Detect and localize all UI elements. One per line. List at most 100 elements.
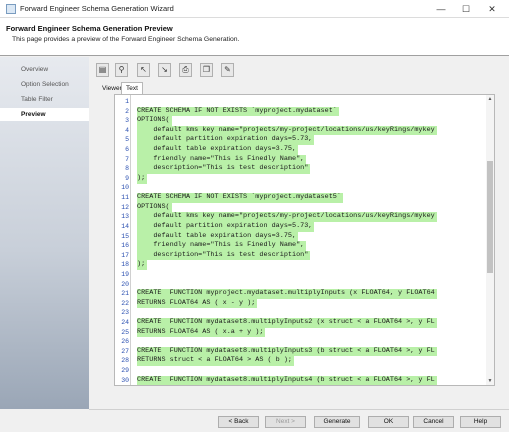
line-number: 17	[121, 251, 129, 259]
scroll-down-icon[interactable]: ▼	[486, 377, 494, 385]
edit-icon[interactable]: ✎	[221, 63, 234, 77]
sidebar-item-overview[interactable]: Overview	[0, 63, 89, 76]
scroll-up-icon[interactable]: ▲	[486, 95, 494, 103]
cancel-button[interactable]: Cancel	[413, 416, 454, 428]
code-text: default partition expiration days=5.73,	[137, 221, 315, 232]
code-text: CREATE SCHEMA IF NOT EXISTS `myproject.m…	[137, 106, 339, 117]
line-number: 18	[121, 261, 129, 269]
line-number: 15	[121, 232, 129, 240]
code-text: );	[137, 260, 148, 270]
code-line: 8 description="This is test description"	[115, 164, 487, 174]
maximize-button[interactable]: ☐	[455, 2, 477, 16]
code-line: 12 OPTIONS(	[115, 202, 487, 213]
scrollbar-thumb[interactable]	[487, 161, 493, 273]
sql-preview-editor[interactable]: 1 2 CREATE SCHEMA IF NOT EXISTS `myproject…	[114, 94, 495, 386]
line-number: 26	[121, 338, 129, 346]
code-line: 15 default table expiration days=3.75,	[115, 231, 487, 242]
code-text: OPTIONS(	[137, 202, 172, 213]
code-line: 20	[115, 280, 487, 290]
code-line: 5 default partition expiration days=5.73…	[115, 135, 487, 146]
line-number: 4	[125, 126, 129, 134]
code-line: 10	[115, 183, 487, 193]
page-title: Forward Engineer Schema Generation Previ…	[6, 24, 173, 33]
help-button[interactable]: Help	[460, 416, 501, 428]
sidebar-item-table-filter[interactable]: Table Filter	[0, 93, 89, 106]
wizard-steps-sidebar: Overview Option Selection Table Filter P…	[0, 57, 89, 409]
save-icon[interactable]: ▤	[96, 63, 109, 77]
sidebar-item-preview[interactable]: Preview	[0, 108, 89, 121]
code-text: RETURNS FLOAT64 AS ( x - y );	[137, 298, 258, 309]
code-text: description="This is test description"	[137, 250, 311, 261]
line-number: 9	[125, 174, 129, 182]
code-line: 6 default table expiration days=3.75,	[115, 145, 487, 155]
line-number: 14	[121, 222, 129, 230]
code-text: RETURNS struct < a FLOAT64 > AS ( b );	[137, 356, 294, 367]
line-number: 10	[121, 184, 129, 192]
code-text: CREATE FUNCTION mydataset8.multiplyInput…	[137, 375, 437, 385]
line-number: 24	[121, 319, 129, 327]
code-text: OPTIONS(	[137, 116, 172, 126]
code-text: );	[137, 173, 148, 184]
code-line: 22 RETURNS FLOAT64 AS ( x - y );	[115, 298, 487, 309]
line-number: 27	[121, 347, 129, 355]
code-line: 24 CREATE FUNCTION mydataset8.multiplyInp…	[115, 318, 487, 328]
code-line: 14 default partition expiration days=5.7…	[115, 221, 487, 232]
minimize-button[interactable]: —	[430, 2, 452, 16]
code-line: 29	[115, 366, 487, 376]
back-button[interactable]: < Back	[218, 416, 259, 428]
code-text: RETURNS FLOAT64 AS ( x.a + y );	[137, 327, 266, 338]
code-line: 13 default kms key name="projects/my-pro…	[115, 212, 487, 222]
code-line: 11 CREATE SCHEMA IF NOT EXISTS `myproject…	[115, 193, 487, 203]
line-number: 8	[125, 165, 129, 173]
code-text: default kms key name="projects/my-projec…	[137, 125, 437, 136]
code-line: 30 CREATE FUNCTION mydataset8.multiplyInp…	[115, 375, 487, 385]
app-icon	[6, 4, 16, 14]
find-icon[interactable]: ⚲	[115, 63, 128, 77]
code-text: friendly name="This is Finedly Name",	[137, 241, 307, 251]
code-line: 7 friendly name="This is Finedly Name",	[115, 154, 487, 165]
code-text: CREATE FUNCTION mydataset8.multiplyInput…	[137, 346, 437, 357]
line-number: 7	[125, 155, 129, 163]
code-line: 21 CREATE FUNCTION myproject.mydataset.mu…	[115, 289, 487, 299]
line-number: 29	[121, 367, 129, 375]
line-number: 25	[121, 328, 129, 336]
find-previous-icon[interactable]: ↖	[137, 63, 150, 77]
editor-vertical-scrollbar[interactable]: ▲ ▼	[486, 95, 494, 385]
generate-button[interactable]: Generate	[314, 416, 360, 428]
line-number: 5	[125, 136, 129, 144]
code-text: CREATE SCHEMA IF NOT EXISTS `myproject.m…	[137, 193, 343, 203]
line-number: 12	[121, 203, 129, 211]
page-description: This page provides a preview of the Forw…	[12, 36, 240, 43]
line-number: 28	[121, 357, 129, 365]
ok-button[interactable]: OK	[368, 416, 409, 428]
find-next-icon[interactable]: ↘	[158, 63, 171, 77]
line-number: 22	[121, 299, 129, 307]
code-line: 17 description="This is test description…	[115, 250, 487, 261]
window-titlebar: Forward Engineer Schema Generation Wizar…	[0, 0, 509, 18]
code-line: 19	[115, 270, 487, 280]
code-text: description="This is test description"	[137, 164, 311, 174]
print-icon[interactable]: ⎙	[179, 63, 192, 77]
line-number: 2	[125, 107, 129, 115]
line-number: 6	[125, 146, 129, 154]
code-line: 9);	[115, 173, 487, 184]
copy-icon[interactable]: ❐	[200, 63, 213, 77]
line-number: 21	[121, 290, 129, 298]
code-lines: 1 2 CREATE SCHEMA IF NOT EXISTS `myproject…	[115, 97, 487, 385]
tab-text[interactable]: Text	[121, 82, 143, 94]
code-line: 27 CREATE FUNCTION mydataset8.multiplyInp…	[115, 346, 487, 357]
code-line: 4 default kms key name="projects/my-proj…	[115, 125, 487, 136]
sidebar-item-option-selection[interactable]: Option Selection	[0, 78, 89, 91]
code-text: CREATE FUNCTION mydataset8.multiplyInput…	[137, 318, 437, 328]
code-text: default table expiration days=3.75,	[137, 145, 299, 155]
line-number: 30	[121, 376, 129, 384]
code-text: default table expiration days=3.75,	[137, 231, 299, 242]
next-button[interactable]: Next >	[265, 416, 306, 428]
line-number: 20	[121, 280, 129, 288]
code-line: 28 RETURNS struct < a FLOAT64 > AS ( b );	[115, 356, 487, 367]
line-number: 19	[121, 270, 129, 278]
code-text: friendly name="This is Finedly Name",	[137, 154, 307, 165]
line-number: 13	[121, 213, 129, 221]
close-button[interactable]: ✕	[481, 2, 503, 16]
code-line: 25 RETURNS FLOAT64 AS ( x.a + y );	[115, 327, 487, 338]
